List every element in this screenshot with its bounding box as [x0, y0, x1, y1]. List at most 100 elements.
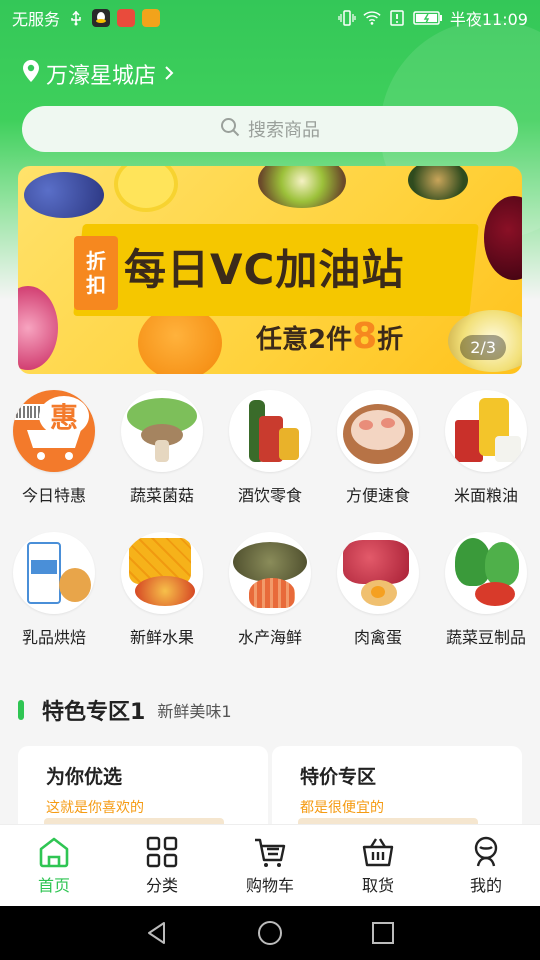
- category-label: 方便速食: [345, 486, 410, 505]
- dragonfruit-image: [18, 286, 58, 370]
- category-aquatic-seafood[interactable]: 水产海鲜: [218, 532, 322, 674]
- featured-section-header: 特色专区1 新鲜美味1: [18, 694, 232, 726]
- category-label: 水产海鲜: [237, 628, 302, 647]
- promo-banner[interactable]: 折 扣 每日VC加油站 任意2件8折 2/3: [18, 166, 522, 374]
- avocado-image: [408, 166, 468, 200]
- qq-icon: [92, 9, 111, 27]
- category-today-deals[interactable]: 惠 今日特惠: [2, 390, 106, 532]
- back-icon[interactable]: [144, 920, 170, 946]
- profile-icon: [474, 836, 498, 867]
- drink-icon: [229, 390, 311, 472]
- banner-pager: 2/3: [460, 335, 506, 360]
- mango-icon: [121, 532, 203, 614]
- lemon-image: [114, 166, 178, 212]
- search-placeholder: 搜索商品: [248, 120, 320, 141]
- clock: 半夜11:09: [449, 10, 528, 29]
- basket-icon: [362, 838, 394, 867]
- featured-card-specials[interactable]: 特价专区 都是很便宜的: [272, 746, 522, 826]
- category-drinks-snacks[interactable]: 酒饮零食: [218, 390, 322, 532]
- category-label: 酒饮零食: [237, 486, 302, 505]
- cart-icon: [255, 838, 286, 867]
- discount-tag-line2: 扣: [86, 273, 106, 297]
- category-row: 乳品烘焙 新鲜水果 水产海鲜 肉禽蛋 蔬菜豆制品: [0, 532, 540, 674]
- mushroom-icon: [121, 390, 203, 472]
- app-icon: [142, 9, 161, 27]
- system-nav-bar: [0, 906, 540, 960]
- vegetable-icon: [445, 532, 527, 614]
- banner-subtitle: 任意2件8折: [256, 316, 403, 357]
- tab-categories[interactable]: 分类: [108, 825, 216, 906]
- meat-icon: [337, 532, 419, 614]
- tab-home[interactable]: 首页: [0, 825, 108, 906]
- tab-label: 我的: [469, 876, 502, 895]
- store-selector[interactable]: 万濠星城店: [22, 58, 174, 90]
- kiwi-image: [258, 166, 346, 208]
- hui-icon: 惠: [13, 390, 95, 472]
- banner-subtitle-number: 8: [352, 316, 378, 357]
- recents-icon[interactable]: [370, 920, 396, 946]
- grid-icon: [146, 836, 178, 868]
- category-instant-food[interactable]: 方便速食: [326, 390, 430, 532]
- blueberry-image: [24, 172, 104, 218]
- featured-cards: 为你优选 这就是你喜欢的 特价专区 都是很便宜的: [18, 746, 522, 826]
- app-icon: [117, 9, 136, 27]
- chevron-right-icon: [164, 65, 174, 84]
- category-meat-poultry-eggs[interactable]: 肉禽蛋: [326, 532, 430, 674]
- battery-icon: [413, 9, 443, 27]
- search-icon: [220, 117, 240, 142]
- discount-tag: 折 扣: [74, 236, 118, 310]
- category-label: 米面粮油: [453, 486, 518, 505]
- search-input[interactable]: 搜索商品: [22, 106, 518, 152]
- category-label: 蔬菜豆制品: [445, 628, 526, 647]
- banner-subtitle-suffix: 折: [377, 325, 404, 355]
- category-label: 蔬菜菌菇: [129, 486, 194, 505]
- category-grid: 惠 今日特惠 蔬菜菌菇 酒饮零食 方便速食 米面粮油 乳品烘焙 新鲜水果 水产海…: [0, 390, 540, 674]
- section-subtitle: 新鲜美味1: [157, 702, 232, 721]
- category-row: 惠 今日特惠 蔬菜菌菇 酒饮零食 方便速食 米面粮油: [0, 390, 540, 532]
- usb-icon: [67, 9, 85, 27]
- bottom-tab-bar: 首页 分类 购物车 取货 我的: [0, 824, 540, 906]
- category-vegetables-tofu[interactable]: 蔬菜豆制品: [434, 532, 538, 674]
- category-label: 新鲜水果: [129, 628, 194, 647]
- tab-label: 取货: [361, 876, 394, 895]
- category-fresh-fruit[interactable]: 新鲜水果: [110, 532, 214, 674]
- cherry-image: [484, 196, 522, 280]
- category-vegetables-mushrooms[interactable]: 蔬菜菌菇: [110, 390, 214, 532]
- tab-profile[interactable]: 我的: [432, 825, 540, 906]
- card-title: 为你优选: [46, 766, 123, 788]
- category-dairy-bakery[interactable]: 乳品烘焙: [2, 532, 106, 674]
- alert-icon: [388, 9, 406, 27]
- tab-cart[interactable]: 购物车: [216, 825, 324, 906]
- home-icon: [39, 837, 69, 868]
- location-pin-icon: [22, 59, 40, 89]
- fish-icon: [229, 532, 311, 614]
- rice-oil-icon: [445, 390, 527, 472]
- section-title: 特色专区1: [42, 700, 146, 725]
- tab-label: 首页: [37, 876, 70, 895]
- banner-subtitle-prefix: 任意2件: [256, 325, 353, 355]
- category-rice-flour-oil[interactable]: 米面粮油: [434, 390, 538, 532]
- section-accent-bar: [18, 700, 24, 720]
- discount-tag-line1: 折: [86, 249, 106, 273]
- status-left: 无服务: [12, 6, 161, 30]
- category-label: 肉禽蛋: [353, 628, 402, 647]
- carrier-text: 无服务: [12, 10, 61, 29]
- featured-card-recommended[interactable]: 为你优选 这就是你喜欢的: [18, 746, 268, 826]
- dumpling-icon: [337, 390, 419, 472]
- home-circle-icon[interactable]: [257, 920, 283, 946]
- category-label: 今日特惠: [21, 486, 86, 505]
- orange-image: [138, 306, 222, 374]
- tab-label: 购物车: [245, 876, 294, 895]
- vibrate-icon: [338, 9, 356, 27]
- status-bar: 无服务 半夜11:09: [0, 0, 540, 36]
- status-right: 半夜11:09: [338, 6, 528, 30]
- tab-label: 分类: [145, 876, 178, 895]
- banner-headline: 每日VC加油站: [124, 245, 405, 294]
- milk-icon: [13, 532, 95, 614]
- wifi-icon: [363, 9, 381, 27]
- category-label: 乳品烘焙: [21, 628, 86, 647]
- card-subtitle: 这就是你喜欢的: [46, 800, 144, 816]
- tab-pickup[interactable]: 取货: [324, 825, 432, 906]
- store-name: 万濠星城店: [46, 64, 157, 89]
- card-title: 特价专区: [300, 766, 377, 788]
